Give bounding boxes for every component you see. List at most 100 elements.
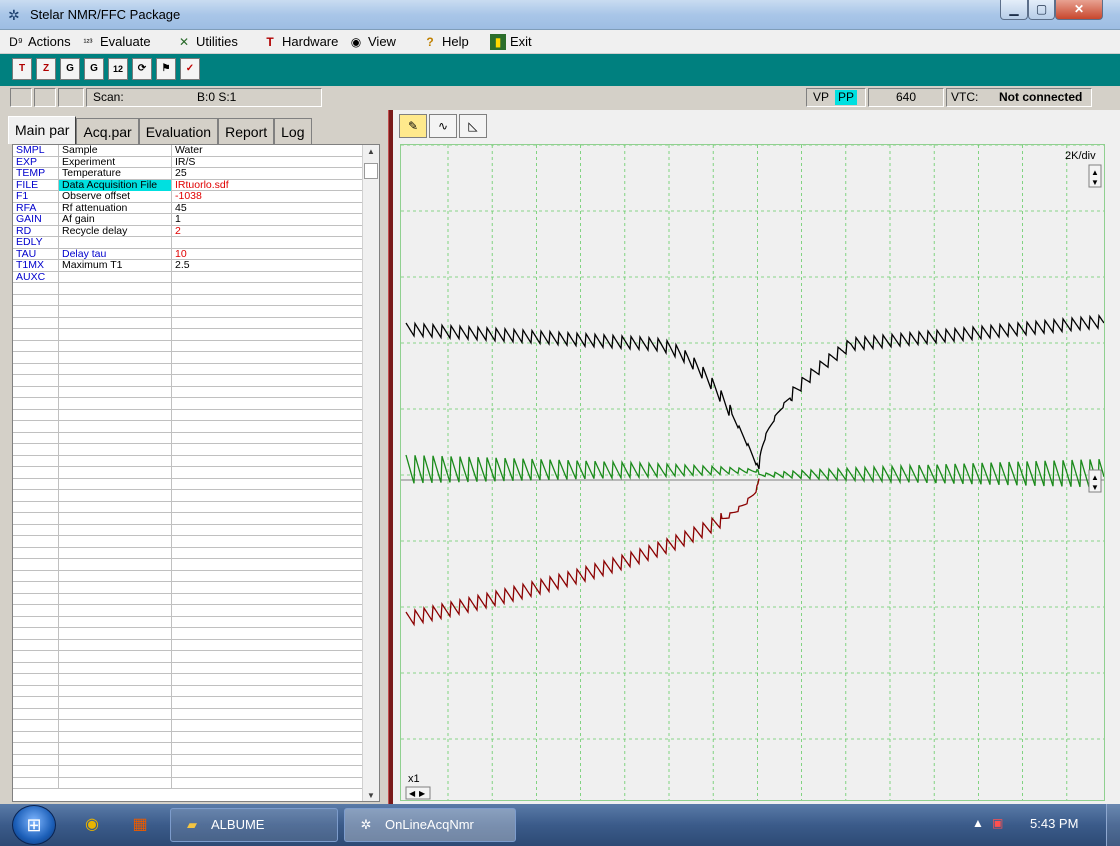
- task-onlineacqnmr[interactable]: ✲ OnLineAcqNmr: [344, 808, 516, 842]
- param-row[interactable]: EDLY: [13, 237, 363, 249]
- menu-utilities[interactable]: ✕ Utilities: [176, 33, 238, 51]
- param-row[interactable]: [13, 421, 363, 433]
- close-button[interactable]: ✕: [1055, 0, 1103, 20]
- param-row[interactable]: [13, 651, 363, 663]
- tray-expand-icon[interactable]: ▲: [972, 816, 984, 830]
- param-row[interactable]: [13, 582, 363, 594]
- param-row[interactable]: [13, 547, 363, 559]
- scroll-up-icon[interactable]: ▲: [363, 145, 379, 159]
- param-row[interactable]: [13, 329, 363, 341]
- param-row[interactable]: [13, 478, 363, 490]
- param-row[interactable]: [13, 513, 363, 525]
- param-row[interactable]: [13, 674, 363, 686]
- param-row[interactable]: [13, 294, 363, 306]
- param-row[interactable]: [13, 455, 363, 467]
- maximize-button[interactable]: ▢: [1028, 0, 1055, 20]
- x-scale-left-icon[interactable]: ◀: [409, 789, 416, 798]
- show-desktop-button[interactable]: [1106, 804, 1120, 846]
- param-row[interactable]: T1MX Maximum T1 2.5: [13, 260, 363, 272]
- param-row[interactable]: [13, 743, 363, 755]
- param-row[interactable]: [13, 490, 363, 502]
- param-row[interactable]: [13, 398, 363, 410]
- ti-button[interactable]: G: [84, 58, 104, 80]
- param-row[interactable]: [13, 616, 363, 628]
- tab-evaluation[interactable]: Evaluation: [138, 118, 219, 144]
- menu-evaluate[interactable]: ¹²³ Evaluate: [80, 33, 151, 51]
- clock[interactable]: 5:43 PM: [1030, 816, 1078, 831]
- param-row[interactable]: [13, 662, 363, 674]
- scale-up-icon[interactable]: ▲: [1091, 168, 1099, 177]
- param-row[interactable]: [13, 593, 363, 605]
- task-albume[interactable]: ▰ ALBUME: [170, 808, 338, 842]
- tab-report[interactable]: Report: [218, 118, 275, 144]
- param-row[interactable]: [13, 720, 363, 732]
- offset-stepper[interactable]: ▲ ▼: [1088, 469, 1102, 493]
- param-row[interactable]: TAU Delay tau 10: [13, 248, 363, 260]
- signal-view-tab[interactable]: ✎: [399, 114, 427, 138]
- param-row[interactable]: FILE Data Acquisition File IRtuorlo.sdf: [13, 179, 363, 191]
- param-row[interactable]: [13, 766, 363, 778]
- param-row[interactable]: [13, 386, 363, 398]
- network-icon[interactable]: ▣: [992, 816, 1003, 830]
- param-row[interactable]: F1 Observe offset -1038: [13, 191, 363, 203]
- zap-button[interactable]: Z: [36, 58, 56, 80]
- tab-log[interactable]: Log: [274, 118, 312, 144]
- offset-up-icon[interactable]: ▲: [1091, 473, 1099, 482]
- fi-button[interactable]: G: [60, 58, 80, 80]
- check-button[interactable]: ✓: [180, 58, 200, 80]
- param-row[interactable]: RD Recycle delay 2: [13, 225, 363, 237]
- param-row[interactable]: [13, 501, 363, 513]
- param-row[interactable]: [13, 754, 363, 766]
- param-row[interactable]: [13, 628, 363, 640]
- param-row[interactable]: SMPL Sample Water: [13, 145, 363, 157]
- scale-down-icon[interactable]: ▼: [1091, 178, 1099, 187]
- menu-exit[interactable]: ▮ Exit: [490, 33, 532, 51]
- param-row[interactable]: [13, 283, 363, 295]
- tab-main-par[interactable]: Main par: [8, 116, 77, 144]
- param-row[interactable]: [13, 731, 363, 743]
- y-scale-stepper[interactable]: ▲ ▼: [1088, 164, 1102, 188]
- param-row[interactable]: [13, 317, 363, 329]
- param-row[interactable]: [13, 524, 363, 536]
- param-row[interactable]: [13, 444, 363, 456]
- param-row[interactable]: [13, 697, 363, 709]
- param-row[interactable]: [13, 570, 363, 582]
- tab-acq-par[interactable]: Acq.par: [76, 118, 139, 144]
- menu-actions[interactable]: D⁹ Actions: [8, 33, 71, 51]
- param-row[interactable]: [13, 559, 363, 571]
- param-row[interactable]: [13, 352, 363, 364]
- settings-tool-button[interactable]: T: [12, 58, 32, 80]
- scroll-thumb[interactable]: [364, 163, 378, 179]
- one-two-button[interactable]: 12: [108, 58, 128, 80]
- param-row[interactable]: [13, 536, 363, 548]
- scroll-down-icon[interactable]: ▼: [363, 789, 379, 801]
- x-scale-stepper[interactable]: ◀ ▶: [405, 786, 431, 800]
- param-row[interactable]: [13, 777, 363, 789]
- param-row[interactable]: TEMP Temperature 25: [13, 168, 363, 180]
- menu-view[interactable]: ◉ View: [348, 33, 396, 51]
- param-row[interactable]: RFA Rf attenuation 45: [13, 202, 363, 214]
- param-row[interactable]: AUXC: [13, 271, 363, 283]
- app-pin-icon[interactable]: ▦: [118, 810, 162, 840]
- param-row[interactable]: [13, 432, 363, 444]
- cycle-button[interactable]: ⟳: [132, 58, 152, 80]
- param-row[interactable]: [13, 639, 363, 651]
- curve-view-tab[interactable]: ◺: [459, 114, 487, 138]
- param-row[interactable]: [13, 467, 363, 479]
- waveform-view-tab[interactable]: ∿: [429, 114, 457, 138]
- param-row[interactable]: [13, 685, 363, 697]
- minimize-button[interactable]: ▁: [1000, 0, 1028, 20]
- start-button[interactable]: ⊞: [12, 805, 56, 845]
- menu-hardware[interactable]: T Hardware: [262, 33, 338, 51]
- grid-scrollbar[interactable]: ▲ ▼: [362, 145, 379, 801]
- param-row[interactable]: [13, 605, 363, 617]
- param-row[interactable]: [13, 363, 363, 375]
- param-row[interactable]: [13, 306, 363, 318]
- x-scale-right-icon[interactable]: ▶: [419, 789, 426, 798]
- param-row[interactable]: [13, 340, 363, 352]
- param-row[interactable]: [13, 708, 363, 720]
- offset-down-icon[interactable]: ▼: [1091, 483, 1099, 492]
- param-row[interactable]: GAIN Af gain 1: [13, 214, 363, 226]
- param-row[interactable]: [13, 375, 363, 387]
- param-row[interactable]: [13, 409, 363, 421]
